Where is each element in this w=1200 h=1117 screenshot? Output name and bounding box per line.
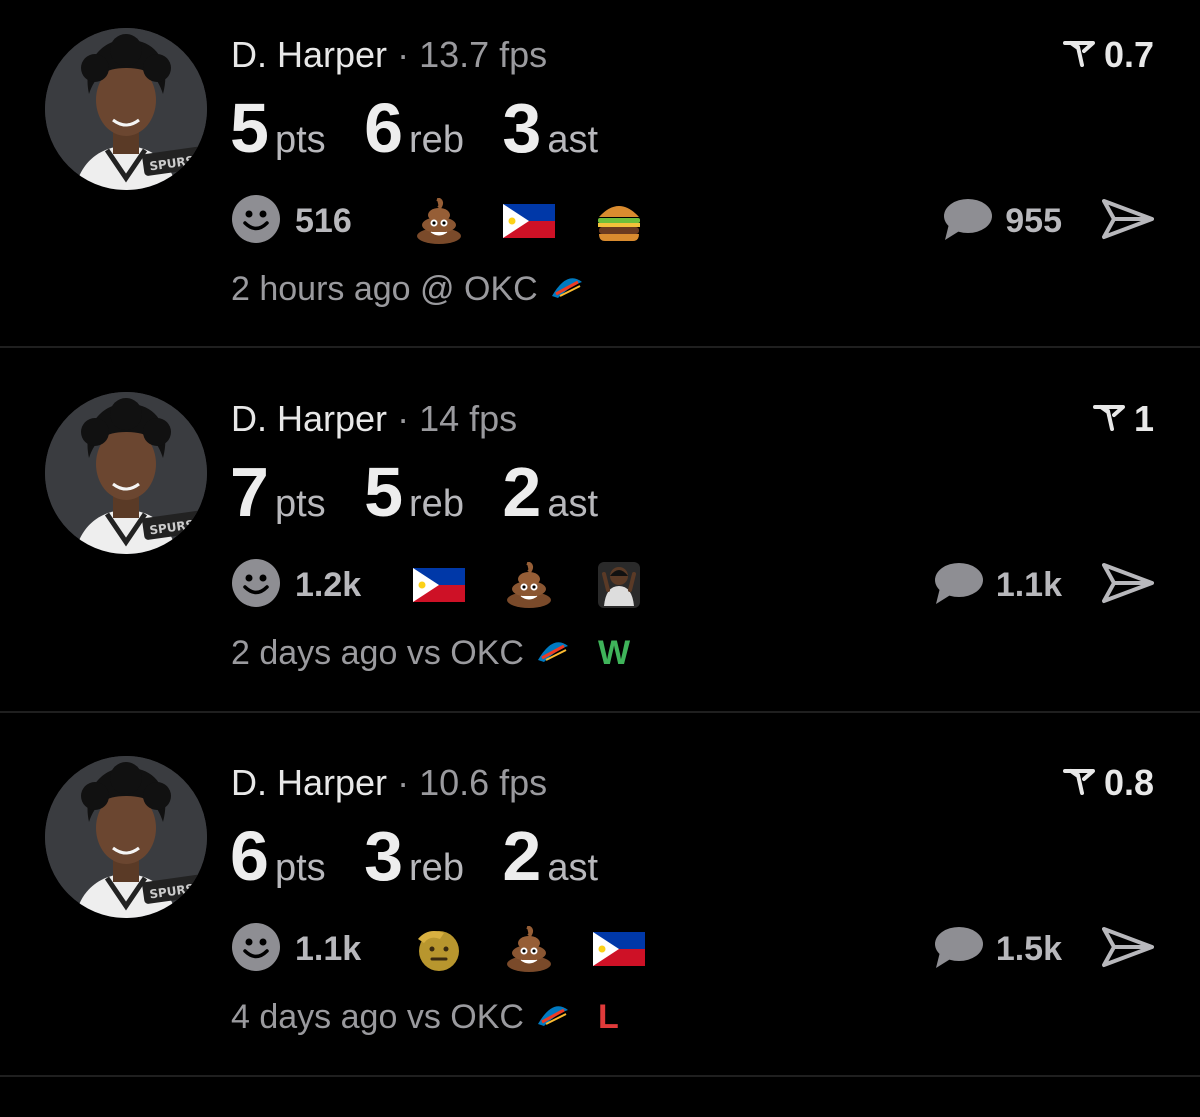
reaction-count[interactable]: 516	[295, 202, 375, 241]
points-value: 5	[230, 89, 269, 167]
smiley-icon[interactable]	[231, 558, 281, 613]
comment-bubble-icon[interactable]	[941, 196, 993, 247]
reaction-count[interactable]: 1.1k	[295, 930, 375, 969]
fantasy-points: 10.6 fps	[419, 762, 548, 803]
venue: vs OKC	[406, 998, 524, 1036]
game-info: 2 hours ago @ OKC	[231, 270, 612, 309]
time-ago: 4 days ago	[231, 998, 398, 1036]
philippines-flag-emoji[interactable]	[503, 197, 555, 245]
philippines-flag-emoji[interactable]	[593, 925, 645, 973]
stat-line: 7 pts 5 reb 2 ast	[230, 452, 632, 532]
comment-bubble-icon[interactable]	[932, 560, 984, 611]
game-result: L	[597, 998, 619, 1036]
score-value: 1	[1133, 398, 1154, 439]
rebounds-label: reb	[409, 847, 464, 889]
comment-count[interactable]: 955	[1005, 202, 1062, 241]
venue: @ OKC	[420, 270, 538, 308]
reaction-count[interactable]: 1.2k	[295, 566, 375, 605]
feed-card[interactable]: SPURS D. Harper · 13.7 fps 0.7 5 pts 6 reb…	[0, 0, 1200, 364]
rebounds-value: 6	[364, 89, 404, 167]
player-avatar[interactable]: SPURS	[45, 392, 207, 554]
time-ago: 2 hours ago	[231, 270, 411, 308]
player-sticker[interactable]	[593, 561, 645, 609]
score-value: 0.7	[1103, 34, 1154, 75]
comment-count[interactable]: 1.5k	[996, 930, 1062, 969]
feed-divider	[0, 711, 1200, 713]
comments-row[interactable]: 1.5k	[932, 924, 1154, 974]
assists-label: ast	[547, 847, 599, 889]
stat-line: 5 pts 6 reb 3 ast	[230, 88, 632, 168]
comment-bubble-icon[interactable]	[932, 924, 984, 975]
assists-value: 2	[502, 817, 542, 895]
fantasy-points: 13.7 fps	[419, 34, 548, 75]
assists-value: 2	[502, 453, 542, 531]
philippines-flag-emoji[interactable]	[413, 561, 465, 609]
assists-label: ast	[547, 119, 599, 161]
score-badge: 0.7	[1062, 34, 1154, 76]
share-arrow-icon[interactable]	[1102, 925, 1154, 974]
points-value: 6	[230, 817, 269, 895]
game-info: 4 days ago vs OKC L	[231, 998, 619, 1037]
reactions-row: 516	[231, 194, 645, 249]
score-badge: 0.8	[1062, 762, 1154, 804]
player-avatar[interactable]: SPURS	[45, 756, 207, 918]
time-ago: 2 days ago	[231, 634, 398, 672]
share-arrow-icon[interactable]	[1102, 561, 1154, 610]
player-name[interactable]: D. Harper	[231, 762, 387, 803]
reactions-row: 1.2k	[231, 558, 645, 613]
score-icon	[1062, 762, 1096, 804]
points-label: pts	[274, 847, 326, 889]
comment-count[interactable]: 1.1k	[996, 566, 1062, 605]
smiley-icon[interactable]	[231, 194, 281, 249]
points-label: pts	[274, 119, 326, 161]
game-result: W	[597, 634, 631, 672]
game-info: 2 days ago vs OKC W	[231, 634, 630, 673]
separator: ·	[397, 762, 410, 803]
share-arrow-icon[interactable]	[1102, 197, 1154, 246]
poop-emoji[interactable]	[503, 925, 555, 973]
player-name[interactable]: D. Harper	[231, 398, 387, 439]
separator: ·	[397, 34, 410, 75]
points-label: pts	[274, 483, 326, 525]
poop-emoji[interactable]	[413, 197, 465, 245]
comments-row[interactable]: 955	[941, 196, 1154, 246]
score-icon	[1092, 398, 1126, 440]
player-avatar[interactable]: SPURS	[45, 28, 207, 190]
burger-emoji[interactable]	[593, 197, 645, 245]
okc-logo-icon	[550, 270, 584, 309]
okc-logo-icon	[536, 998, 570, 1037]
comments-row[interactable]: 1.1k	[932, 560, 1154, 610]
feed-divider	[0, 1075, 1200, 1077]
feed-card[interactable]: SPURS D. Harper · 14 fps 1 7 pts 5 reb 2 as…	[0, 364, 1200, 728]
post-title[interactable]: D. Harper · 10.6 fps	[231, 762, 547, 804]
separator: ·	[397, 398, 410, 439]
stat-line: 6 pts 3 reb 2 ast	[230, 816, 632, 896]
poop-emoji[interactable]	[503, 561, 555, 609]
player-name[interactable]: D. Harper	[231, 34, 387, 75]
points-value: 7	[230, 453, 269, 531]
venue: vs OKC	[406, 634, 524, 672]
post-title[interactable]: D. Harper · 13.7 fps	[231, 34, 547, 76]
smiley-icon[interactable]	[231, 922, 281, 977]
reactions-row: 1.1k	[231, 922, 645, 977]
score-badge: 1	[1092, 398, 1154, 440]
rebounds-value: 5	[364, 453, 404, 531]
assists-label: ast	[547, 483, 599, 525]
saluting-face-emoji[interactable]	[413, 925, 465, 973]
post-title[interactable]: D. Harper · 14 fps	[231, 398, 517, 440]
score-value: 0.8	[1103, 762, 1154, 803]
fantasy-points: 14 fps	[419, 398, 518, 439]
assists-value: 3	[502, 89, 542, 167]
rebounds-value: 3	[364, 817, 404, 895]
rebounds-label: reb	[409, 119, 464, 161]
okc-logo-icon	[536, 634, 570, 673]
score-icon	[1062, 34, 1096, 76]
feed-card[interactable]: SPURS D. Harper · 10.6 fps 0.8 6 pts 3 reb…	[0, 728, 1200, 1092]
feed-divider	[0, 346, 1200, 348]
rebounds-label: reb	[409, 483, 464, 525]
